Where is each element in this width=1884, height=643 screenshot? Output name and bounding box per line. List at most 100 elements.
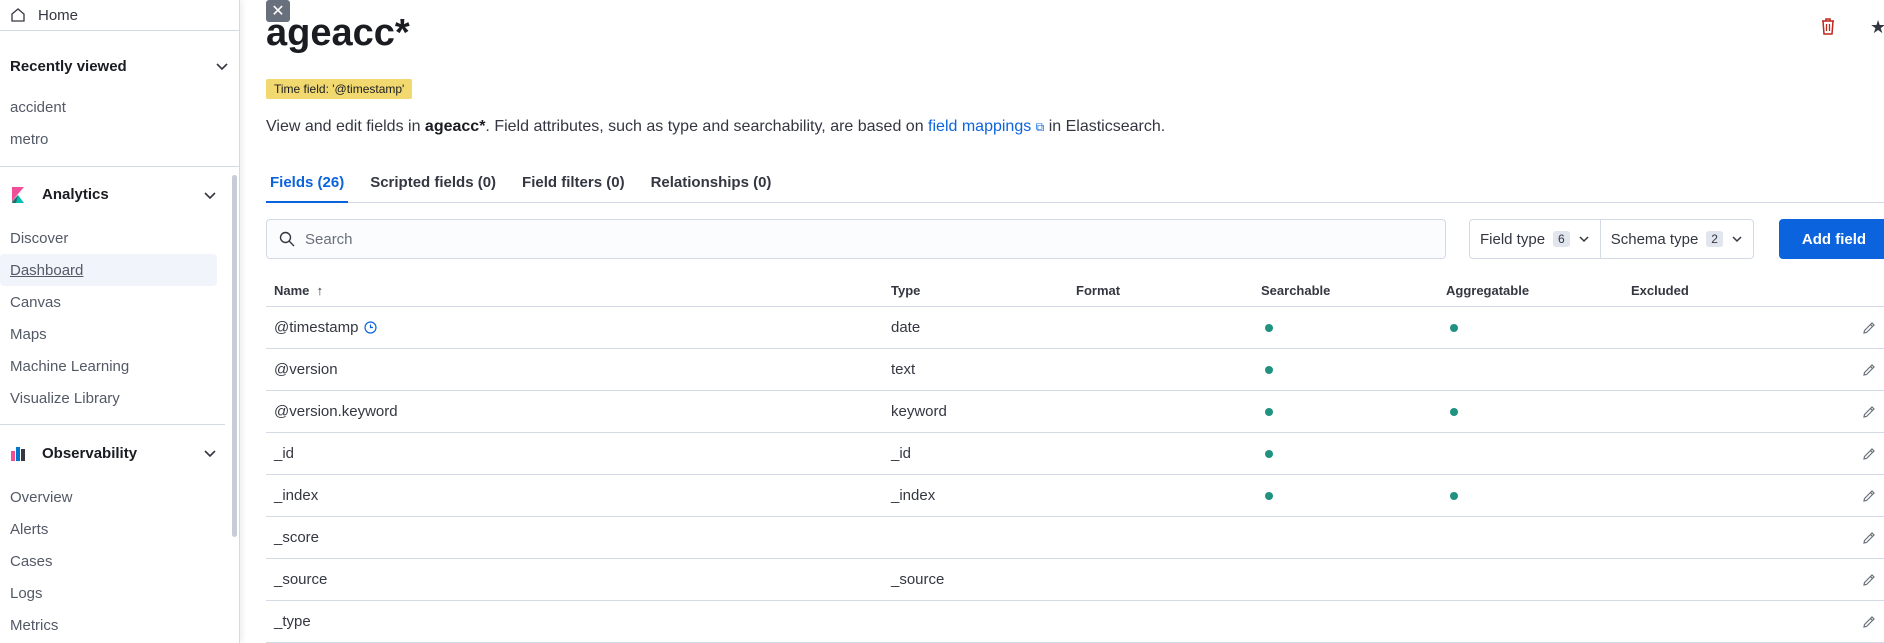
searchable-cell — [1253, 361, 1438, 378]
searchable-dot-icon — [1265, 450, 1273, 458]
nav-canvas[interactable]: Canvas — [0, 286, 239, 318]
chevron-down-icon — [204, 450, 216, 458]
observability-header[interactable]: Observability — [0, 425, 239, 481]
nav-machine-learning[interactable]: Machine Learning — [0, 350, 239, 382]
pencil-icon[interactable] — [1862, 615, 1876, 629]
field-name-cell: _source — [266, 571, 883, 588]
desc-pattern: ageacc* — [424, 118, 486, 135]
sort-ascending-icon: ↑ — [316, 283, 324, 298]
clock-icon — [364, 321, 378, 334]
desc-text: in Elasticsearch. — [1044, 118, 1166, 135]
pencil-icon[interactable] — [1862, 447, 1876, 461]
desc-text: . Field attributes, such as type and sea… — [485, 118, 929, 135]
nav-item-label: Overview — [10, 488, 73, 506]
aggregatable-dot-icon — [1450, 324, 1458, 332]
pencil-icon[interactable] — [1862, 573, 1876, 587]
nav-overview[interactable]: Overview — [0, 481, 239, 513]
pencil-icon[interactable] — [1862, 321, 1876, 335]
nav-home[interactable]: Home — [0, 0, 239, 31]
col-aggregatable-header[interactable]: Aggregatable — [1438, 283, 1623, 298]
nav-item-label: Metrics — [10, 616, 59, 634]
nav-discover[interactable]: Discover — [0, 222, 239, 254]
searchable-cell — [1253, 403, 1438, 420]
chevron-down-icon — [1732, 236, 1742, 243]
main-content: ✕ ageacc* ★ Time field: '@timestamp' Vie… — [241, 0, 1884, 643]
aggregatable-dot-icon — [1450, 408, 1458, 416]
search-box[interactable] — [266, 219, 1446, 259]
col-searchable-header[interactable]: Searchable — [1253, 283, 1438, 298]
field-name-cell: _id — [266, 445, 883, 462]
searchable-cell — [1253, 319, 1438, 336]
field-mappings-link[interactable]: field mappings — [928, 118, 1031, 135]
nav-item-label: Alerts — [10, 520, 49, 538]
tab-relationships[interactable]: Relationships (0) — [647, 168, 776, 203]
col-format-header[interactable]: Format — [1068, 283, 1253, 298]
observability-title: Observability — [42, 444, 138, 462]
nav-logs[interactable]: Logs — [0, 577, 239, 609]
col-type-header[interactable]: Type — [883, 283, 1068, 298]
pencil-icon[interactable] — [1862, 489, 1876, 503]
trash-icon[interactable] — [1819, 16, 1837, 36]
nav-visualize-library[interactable]: Visualize Library — [0, 382, 239, 414]
field-name-cell: _type — [266, 613, 883, 630]
field-name-cell: _index — [266, 487, 883, 504]
table-row: @version text — [266, 349, 1884, 391]
recent-item-accident[interactable]: accident — [0, 91, 239, 123]
nav-alerts[interactable]: Alerts — [0, 513, 239, 545]
searchable-dot-icon — [1265, 408, 1273, 416]
pencil-icon[interactable] — [1862, 531, 1876, 545]
nav-item-label: Dashboard — [10, 261, 84, 279]
nav-item-label: Cases — [10, 552, 53, 570]
field-type-filter[interactable]: Field type 6 — [1470, 220, 1600, 258]
col-name-header[interactable]: Name ↑ — [266, 283, 883, 298]
col-excluded-header[interactable]: Excluded — [1623, 283, 1823, 298]
nav-home-label: Home — [38, 6, 79, 24]
star-icon[interactable]: ★ — [1870, 17, 1884, 38]
sidebar-scrollbar[interactable] — [232, 175, 237, 537]
table-row: _score — [266, 517, 1884, 559]
table-row: @version.keyword keyword — [266, 391, 1884, 433]
field-name: _type — [274, 613, 311, 630]
field-name-cell: @version — [266, 361, 883, 378]
tab-fields[interactable]: Fields (26) — [266, 168, 349, 203]
schema-type-filter[interactable]: Schema type 2 — [1599, 220, 1753, 258]
filter-count: 6 — [1553, 231, 1570, 247]
table-row: @timestamp date — [266, 307, 1884, 349]
search-input[interactable] — [305, 230, 1405, 248]
recently-viewed-header[interactable]: Recently viewed — [0, 41, 239, 91]
table-row: _type — [266, 601, 1884, 643]
table-header: Name ↑ Type Format Searchable Aggregatab… — [266, 275, 1884, 307]
recent-item-metro[interactable]: metro — [0, 123, 239, 155]
search-icon — [279, 231, 295, 247]
nav-item-label: Maps — [10, 325, 47, 343]
add-field-button[interactable]: Add field — [1779, 219, 1884, 259]
filter-group: Field type 6 Schema type 2 — [1469, 219, 1754, 259]
filter-label: Field type — [1480, 230, 1546, 248]
searchable-dot-icon — [1265, 366, 1273, 374]
table-row: _source _source — [266, 559, 1884, 601]
tab-field-filters[interactable]: Field filters (0) — [518, 168, 629, 203]
nav-maps[interactable]: Maps — [0, 318, 239, 350]
nav-item-label: Machine Learning — [10, 357, 130, 375]
side-nav: Home Recently viewed accident metro Anal… — [0, 0, 240, 643]
tab-scripted-fields[interactable]: Scripted fields (0) — [366, 168, 500, 203]
field-name: @version.keyword — [274, 403, 398, 420]
chevron-down-icon — [216, 63, 228, 71]
home-icon — [11, 8, 25, 22]
fields-table: Name ↑ Type Format Searchable Aggregatab… — [266, 275, 1884, 643]
pencil-icon[interactable] — [1862, 363, 1876, 377]
filter-count: 2 — [1706, 231, 1723, 247]
analytics-header[interactable]: Analytics — [0, 167, 239, 222]
analytics-title: Analytics — [42, 186, 109, 203]
aggregatable-cell — [1438, 403, 1623, 420]
nav-dashboard[interactable]: Dashboard — [0, 254, 217, 286]
field-name: _id — [274, 445, 295, 462]
field-name: @timestamp — [274, 319, 359, 336]
page-title: ageacc* — [266, 12, 410, 54]
nav-item-label: Logs — [10, 584, 43, 602]
pencil-icon[interactable] — [1862, 405, 1876, 419]
nav-metrics[interactable]: Metrics — [0, 609, 239, 641]
field-type-cell: keyword — [891, 403, 947, 420]
nav-cases[interactable]: Cases — [0, 545, 239, 577]
tabs: Fields (26) Scripted fields (0) Field fi… — [266, 168, 1884, 203]
